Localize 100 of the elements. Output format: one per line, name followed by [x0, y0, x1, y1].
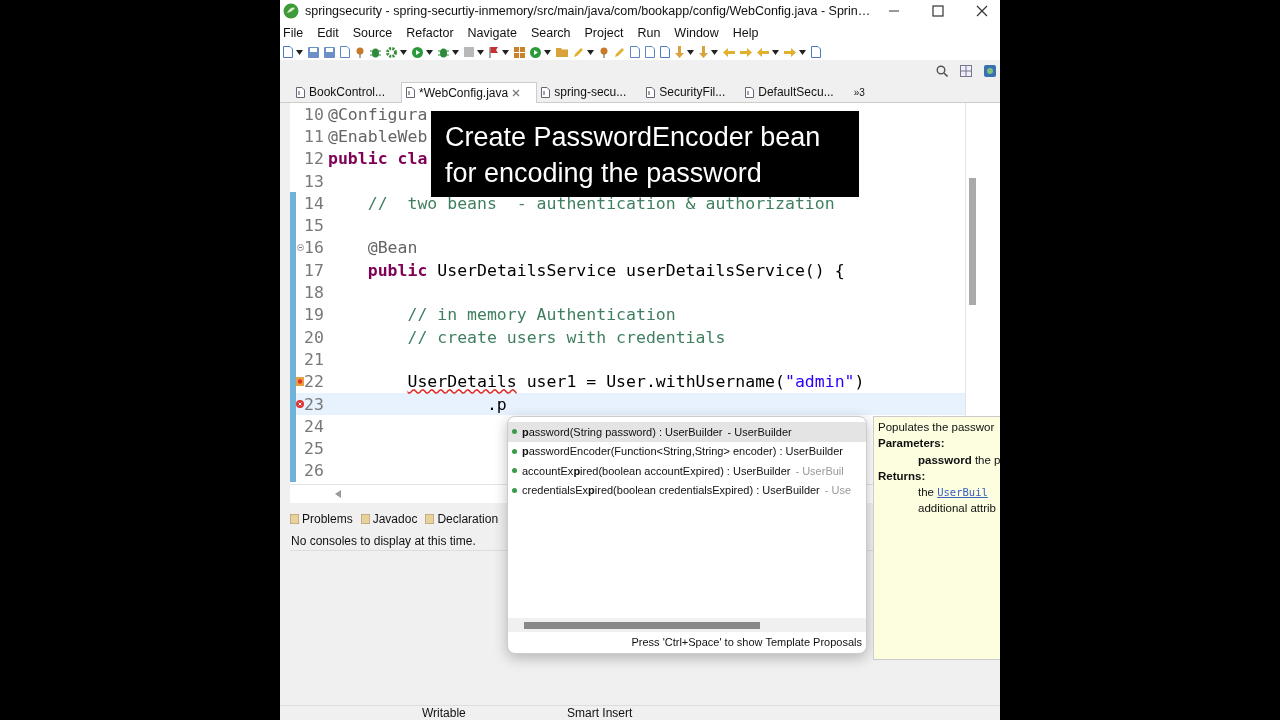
save-icon[interactable] [308, 46, 319, 58]
code-text: .p [486, 394, 507, 414]
menu-item[interactable]: Search [530, 26, 571, 40]
line-number: 25 [304, 439, 324, 459]
menu-item[interactable]: Navigate [467, 26, 517, 40]
code-text: cla [396, 149, 428, 169]
document-icon[interactable] [660, 46, 670, 58]
caret-icon[interactable] [477, 49, 484, 55]
scroll-left-icon[interactable] [335, 490, 341, 498]
editor-tab[interactable]: spring-secu... [537, 82, 643, 102]
caret-icon[interactable] [687, 49, 694, 55]
java-file-icon [296, 86, 305, 98]
method-icon [512, 487, 517, 493]
bug-icon[interactable] [370, 46, 381, 58]
caret-icon[interactable] [711, 49, 718, 55]
flag-icon[interactable] [489, 46, 499, 58]
menu-item[interactable]: Window [674, 26, 719, 40]
doc-text: the [918, 486, 934, 499]
editor-tab[interactable]: *WebConfig.java [401, 81, 538, 103]
bug-icon[interactable] [438, 46, 449, 58]
completion-item[interactable]: credentialsExpired(boolean credentialsExpired) : UserBuilder - Use [508, 480, 866, 500]
window-title: springsecurity - spring-securtiy-inmemory/src/main/java/com/bookapp/config/WebConfig.java - Sprin… [305, 4, 872, 18]
menu-item[interactable]: Help [732, 26, 759, 40]
menu-item[interactable]: File [283, 26, 304, 40]
status-text: Smart Insert [567, 706, 634, 720]
code-text: ) [854, 372, 865, 392]
gear-icon[interactable] [386, 46, 397, 58]
perspective-icon[interactable] [984, 65, 996, 77]
fold-icon[interactable] [296, 244, 304, 252]
pin-icon[interactable] [355, 46, 365, 58]
code-text: @Bean [367, 238, 418, 258]
document-icon[interactable] [811, 46, 821, 58]
caption-text: Create PasswordEncoder bean [445, 121, 822, 154]
java-file-icon [541, 86, 551, 98]
menu-item[interactable]: Run [637, 26, 661, 40]
editor-tab[interactable]: DefaultSecu... [741, 82, 850, 102]
code-text: public [328, 149, 388, 169]
error-icon[interactable] [296, 400, 304, 408]
search-icon[interactable] [936, 65, 948, 77]
menu-item[interactable]: Edit [317, 26, 339, 40]
line-number: 24 [304, 416, 324, 436]
line-number: 26 [304, 461, 324, 481]
menu-item[interactable]: Source [352, 26, 393, 40]
maximize-icon[interactable] [932, 5, 944, 17]
caret-icon[interactable] [772, 49, 779, 55]
panel-tab[interactable]: Problems [290, 512, 353, 526]
pin-icon[interactable] [599, 46, 609, 58]
caret-icon[interactable] [587, 49, 594, 55]
code-text: // in memory Authentication [407, 305, 676, 325]
line-number: 15 [304, 216, 324, 236]
completion-hint: Press 'Ctrl+Space' to show Template Proposals [630, 635, 863, 650]
line-number: 13 [304, 171, 324, 191]
panel-tab[interactable]: Declaration [425, 512, 499, 526]
quickfix-icon[interactable] [296, 377, 304, 387]
method-icon [512, 429, 517, 435]
menu-item[interactable]: Refactor [406, 26, 454, 40]
code-text: UserDetails [407, 372, 517, 392]
caption-text: for encoding the password [445, 157, 763, 190]
line-number: 18 [304, 283, 324, 302]
caret-icon[interactable] [502, 49, 509, 55]
doc-link[interactable]: UserBuil [937, 486, 988, 499]
caret-icon[interactable] [544, 49, 551, 55]
document-icon[interactable] [645, 46, 655, 58]
code-text: // create users with credentials [407, 327, 726, 347]
scrollbar-thumb[interactable] [969, 178, 976, 305]
document-icon[interactable] [283, 46, 293, 58]
close-icon[interactable] [976, 5, 988, 17]
menu-item[interactable]: Project [584, 26, 624, 40]
play-icon[interactable] [412, 46, 423, 58]
caret-icon[interactable] [296, 49, 303, 55]
caret-icon[interactable] [400, 49, 407, 55]
doc-heading: Returns: [878, 468, 927, 484]
caret-icon[interactable] [426, 49, 433, 55]
document-icon[interactable] [630, 46, 640, 58]
doc-text: additional attrib [917, 501, 997, 517]
caret-icon[interactable] [452, 49, 459, 55]
line-number: 22 [304, 372, 324, 392]
code-text: user1 = User.withUsername( [525, 372, 785, 392]
caret-icon[interactable] [799, 49, 806, 55]
play-icon[interactable] [530, 46, 541, 58]
completion-item[interactable]: accountExpired(boolean accountExpired) : UserBuilder - UserBuil [508, 461, 866, 481]
line-number: 14 [304, 193, 324, 213]
code-text: // two beans - authentication & authorization [367, 193, 835, 213]
editor-tab[interactable]: BookControl... [292, 82, 402, 102]
editor-tab[interactable]: SecurityFil... [642, 82, 742, 102]
save-icon[interactable] [324, 46, 335, 58]
completion-item[interactable]: password(String password) : UserBuilder - UserBuilder [508, 422, 866, 442]
line-number: 10 [304, 104, 324, 124]
grid-icon[interactable] [514, 46, 525, 58]
line-number: 23 [304, 394, 324, 414]
app-logo-icon [283, 3, 299, 19]
panel-tab[interactable]: Javadoc [360, 512, 418, 526]
completion-item[interactable]: passwordEncoder(Function<String,String> encoder) : UserBuilder [508, 441, 866, 461]
java-file-icon [646, 86, 656, 98]
scrollbar-thumb[interactable] [524, 622, 760, 629]
perspective-icon[interactable] [960, 65, 972, 77]
code-text: UserDetailsService userDetailsService() { [436, 260, 845, 280]
document-icon[interactable] [340, 46, 350, 58]
tabs-overflow[interactable]: »3 [853, 86, 865, 98]
folder-icon[interactable] [556, 47, 568, 57]
